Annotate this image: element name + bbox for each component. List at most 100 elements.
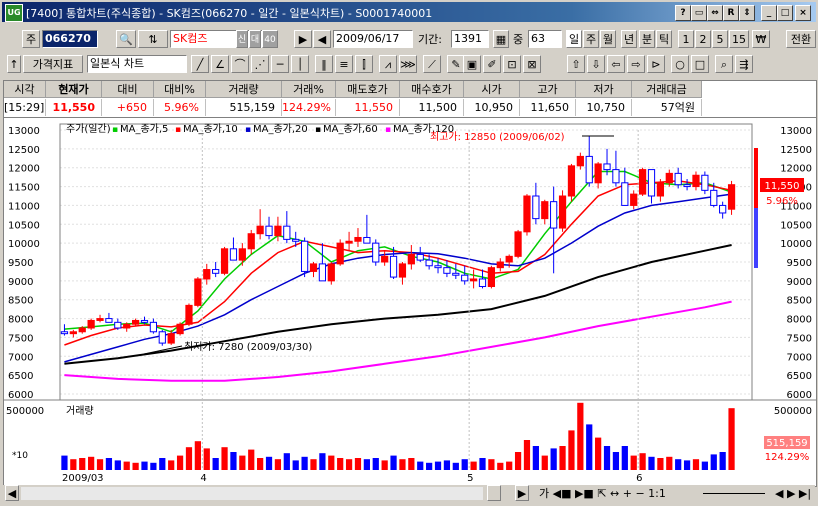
candle-body (354, 236, 362, 242)
draw-tool-icon[interactable]: │ (291, 55, 309, 73)
volume-bar (132, 462, 139, 470)
chart-type-select[interactable]: 일본식 차트 (87, 55, 187, 73)
candle-body (496, 261, 504, 269)
candle-body (265, 225, 273, 237)
legend-marker: ▪ (175, 125, 181, 135)
won-icon[interactable]: ₩ (752, 30, 770, 48)
switch-button[interactable]: 전환 (786, 30, 816, 48)
draw-tool-icon[interactable]: ╱ (191, 55, 209, 73)
link-button[interactable]: ⇔ (707, 5, 723, 21)
type-selector[interactable]: 주 (22, 30, 40, 48)
y-tick-left: 10500 (8, 220, 40, 231)
legend-marker: ▪ (245, 125, 251, 135)
volume-bar (381, 460, 388, 470)
scroll-thumb[interactable] (487, 485, 501, 501)
help-button[interactable]: ? (675, 5, 691, 21)
legend-marker: ▪ (112, 125, 118, 135)
quote-header: 시각 (4, 81, 46, 98)
draw-tool-icon[interactable]: ⋰ (251, 55, 269, 73)
y-tick-left: 6500 (8, 371, 33, 382)
nav-tools[interactable]: 가 ◀■ ▶■ ⇱ ↔ + − 1:1 (539, 485, 666, 502)
volume-bar (523, 440, 531, 470)
draw-tool-icon[interactable]: ⋙ (399, 55, 417, 73)
tab-weekly[interactable]: 주 (583, 30, 599, 48)
candle-body (523, 195, 531, 233)
draw-tool-icon[interactable]: ⫿ (355, 55, 373, 73)
search-icon[interactable]: 🔍 (116, 30, 136, 48)
draw-tool-icon[interactable]: ⊠ (523, 55, 541, 73)
candle-body (372, 242, 380, 263)
zoom-slider-track[interactable] (703, 493, 765, 494)
candle-body (309, 263, 318, 272)
candle-body (398, 263, 407, 278)
draw-tool-icon[interactable]: ⩘ (379, 55, 397, 73)
tab-2[interactable]: 2 (695, 30, 711, 48)
page-nav-icons[interactable]: ◀ ▶ ▶| (775, 485, 811, 502)
draw-tool-icon[interactable]: ─ (271, 55, 289, 73)
draw-tool-icon[interactable]: ⇩ (587, 55, 605, 73)
draw-tool-icon[interactable]: ○ (671, 55, 689, 73)
indicator-button[interactable]: 가격지표 (23, 55, 83, 73)
x-axis-label: 4 (200, 473, 206, 484)
draw-tool-icon[interactable]: ⌕ (715, 55, 733, 73)
zoom-input[interactable]: 63 (528, 30, 562, 48)
back-icon[interactable]: ◀ (313, 30, 331, 48)
legend-label: MA_종가,20 (253, 123, 308, 135)
draw-tool-icon[interactable]: ⟋ (423, 55, 441, 73)
tab-monthly[interactable]: 월 (600, 30, 616, 48)
volume-bar (488, 459, 495, 470)
volume-bar (514, 452, 522, 470)
scroll-left-icon[interactable]: ◀ (5, 485, 19, 501)
draw-tool-icon[interactable]: ⇨ (627, 55, 645, 73)
tab-1[interactable]: 1 (678, 30, 694, 48)
volume-bar (354, 458, 362, 470)
tab-tick[interactable]: 틱 (656, 30, 672, 48)
draw-tool-icon[interactable]: □ (691, 55, 709, 73)
draw-tool-icon[interactable]: ⊳ (647, 55, 665, 73)
period-input[interactable]: 1391 (451, 30, 489, 48)
quote-header: 거래대금 (632, 81, 702, 98)
close-button[interactable]: × (795, 5, 811, 21)
draw-tool-icon[interactable]: ⇶ (735, 55, 753, 73)
candle-body (452, 272, 460, 276)
minimize-button[interactable]: _ (761, 5, 777, 21)
draw-tool-icon[interactable]: ⊡ (503, 55, 521, 73)
play-icon[interactable]: ▶ (294, 30, 312, 48)
y-tick-left: 7000 (8, 352, 33, 363)
maximize-button[interactable]: □ (777, 5, 793, 21)
options-icon[interactable]: ▦ (493, 30, 509, 48)
scroll-track[interactable] (21, 487, 483, 500)
draw-tool-icon[interactable]: ≡ (335, 55, 353, 73)
draw-tool-icon[interactable]: ‖ (315, 55, 333, 73)
volume-bar (265, 456, 273, 470)
scroll-right-icon[interactable]: ▶ (515, 485, 529, 501)
tab-15[interactable]: 15 (729, 30, 749, 48)
draw-tool-icon[interactable]: ⇧ (567, 55, 585, 73)
draw-tool-icon[interactable]: ⌒ (231, 55, 249, 73)
badge-credit: 신 (236, 30, 248, 48)
tab-minute[interactable]: 분 (639, 30, 655, 48)
quote-value: 11,650 (520, 99, 576, 116)
y-tick-left: 12500 (8, 145, 40, 156)
code-input[interactable]: 066270 (42, 30, 98, 48)
draw-tool-icon[interactable]: ∠ (211, 55, 229, 73)
bottom-scrollbar[interactable]: ◀ ▶ 가 ◀■ ▶■ ⇱ ↔ + − 1:1 ◀ ▶ ▶| (3, 485, 815, 502)
refresh-button[interactable]: R (723, 5, 739, 21)
tab-5[interactable]: 5 (712, 30, 728, 48)
volume-bar (176, 455, 184, 470)
draw-tool-icon[interactable]: ✐ (483, 55, 501, 73)
tab-daily[interactable]: 일 (566, 30, 582, 48)
tab-yearly[interactable]: 년 (621, 30, 637, 48)
resize-button[interactable]: ⇕ (739, 5, 755, 21)
sort-icon[interactable]: ⇅ (138, 30, 168, 48)
volume-bar (426, 462, 433, 470)
up-arrow-icon[interactable]: ↑ (7, 55, 21, 73)
candle-body (149, 321, 158, 333)
draw-tool-icon[interactable]: ⇦ (607, 55, 625, 73)
y-tick-right: 12000 (780, 164, 812, 175)
date-input[interactable]: 2009/06/17 (333, 30, 413, 48)
y-tick-right: 13000 (780, 126, 812, 137)
volume-bar (559, 446, 566, 470)
restore-layout-button[interactable]: ▭ (691, 5, 707, 21)
draw-tool-icon[interactable]: ▣ (463, 55, 481, 73)
